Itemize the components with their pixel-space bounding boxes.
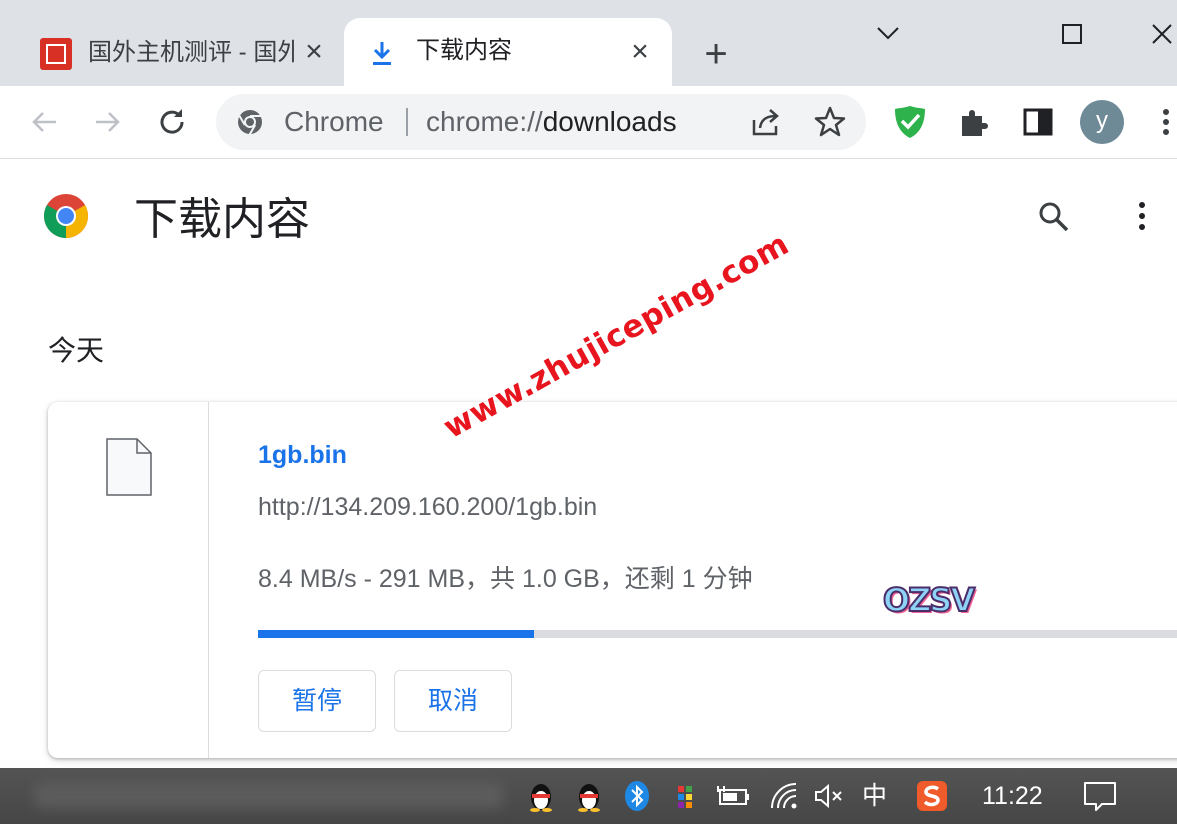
battery-charging-icon[interactable]	[716, 780, 750, 812]
file-icon	[106, 438, 152, 496]
volume-muted-icon[interactable]	[812, 780, 844, 812]
color-grid-app-icon[interactable]	[674, 780, 698, 812]
tab-strip: 国外主机测评 - 国外 × 下载内容 × +	[0, 0, 1177, 86]
date-section-label: 今天	[48, 335, 105, 366]
page-title: 下载内容	[134, 195, 310, 244]
cancel-button[interactable]: 取消	[394, 670, 512, 732]
taskbar-clock[interactable]: 11:22	[982, 780, 1043, 812]
download-progress-bar	[258, 630, 1177, 638]
side-panel-icon[interactable]	[1018, 102, 1058, 142]
tab-title: 国外主机测评 - 国外	[88, 39, 294, 66]
ozsv-sticker: OZSV	[882, 580, 976, 620]
chrome-icon	[238, 110, 262, 135]
notification-center-icon[interactable]	[1082, 780, 1118, 812]
new-tab-button[interactable]: +	[696, 34, 736, 74]
adguard-extension-icon[interactable]	[890, 102, 930, 142]
maximize-icon[interactable]	[1052, 14, 1092, 54]
sogou-input-icon[interactable]	[916, 780, 948, 812]
more-options-icon[interactable]	[1128, 199, 1156, 233]
downloads-header: 下载内容	[0, 159, 1177, 279]
wifi-icon[interactable]	[768, 780, 800, 812]
chrome-logo-icon	[44, 194, 88, 238]
ime-indicator[interactable]: 中	[862, 780, 890, 812]
bluetooth-icon[interactable]	[624, 780, 650, 812]
forward-icon[interactable]	[88, 102, 128, 142]
reload-icon[interactable]	[152, 102, 192, 142]
card-divider	[208, 402, 209, 758]
window-close-icon[interactable]	[1142, 14, 1177, 54]
profile-avatar[interactable]: y	[1080, 100, 1124, 144]
tab-title: 下载内容	[416, 37, 512, 64]
omnibox-site-label: Chrome	[284, 106, 384, 137]
windows-taskbar: 中 11:22	[0, 768, 1177, 824]
back-icon[interactable]	[24, 102, 64, 142]
url-path: downloads	[542, 106, 677, 137]
toolbar: Chrome chrome://downloads y	[0, 86, 1177, 159]
share-icon[interactable]	[746, 102, 786, 142]
tab-search-chevron-icon[interactable]	[868, 14, 908, 54]
file-name-link[interactable]: 1gb.bin	[258, 440, 347, 470]
tab-downloads[interactable]: 下载内容 ×	[344, 18, 672, 86]
browser-menu-icon[interactable]	[1148, 102, 1177, 142]
search-icon[interactable]	[1036, 199, 1070, 233]
omnibox[interactable]: Chrome chrome://downloads	[216, 94, 866, 150]
pause-button[interactable]: 暂停	[258, 670, 376, 732]
tab-close-icon[interactable]: ×	[624, 36, 656, 68]
extensions-puzzle-icon[interactable]	[954, 102, 994, 142]
qq-penguin-icon[interactable]	[574, 780, 604, 812]
download-status: 8.4 MB/s - 291 MB，共 1.0 GB，还剩 1 分钟	[258, 565, 753, 593]
site-favicon-icon	[40, 38, 72, 70]
download-icon	[373, 42, 391, 65]
file-source-url[interactable]: http://134.209.160.200/1gb.bin	[258, 492, 597, 522]
download-item-card: 1gb.bin http://134.209.160.200/1gb.bin 8…	[48, 402, 1177, 758]
blurred-taskbar-apps	[34, 782, 504, 808]
download-progress-fill	[258, 630, 535, 638]
omnibox-separator	[406, 108, 408, 136]
omnibox-url[interactable]: chrome://downloads	[426, 107, 677, 137]
url-scheme: chrome://	[426, 106, 543, 137]
bookmark-star-icon[interactable]	[810, 102, 850, 142]
tab-close-icon[interactable]: ×	[298, 36, 330, 68]
qq-penguin-icon[interactable]	[526, 780, 556, 812]
tab-zhujiceping[interactable]: 国外主机测评 - 国外 ×	[22, 20, 334, 84]
